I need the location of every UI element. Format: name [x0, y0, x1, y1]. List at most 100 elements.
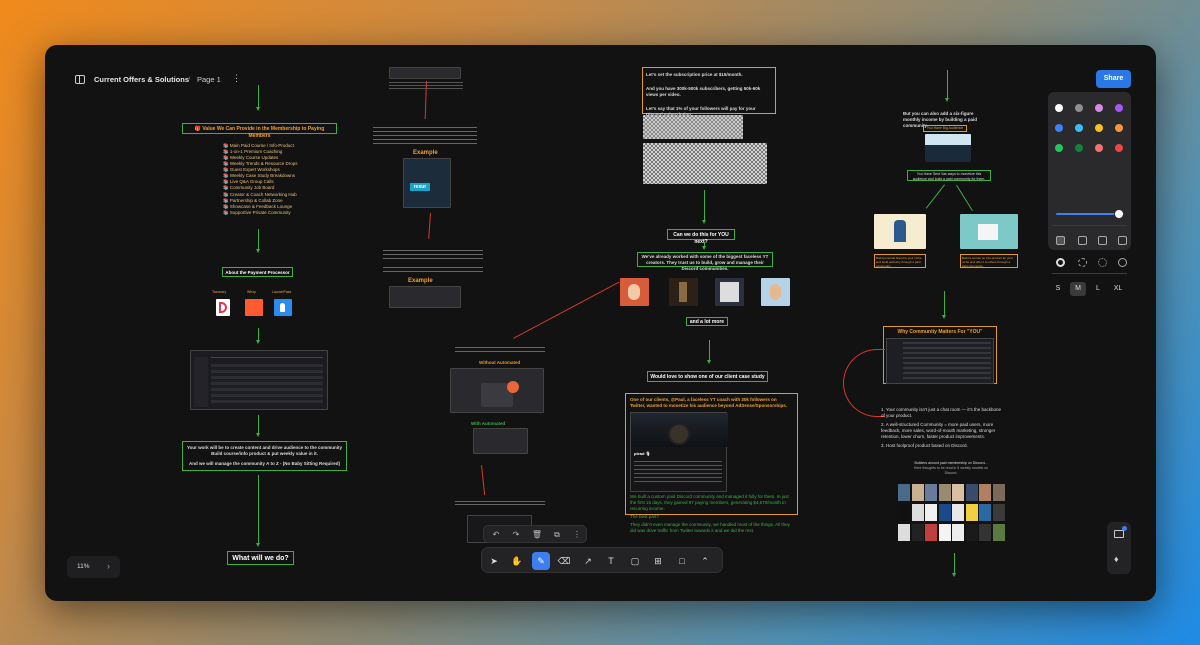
style-panel: S M L XL [1048, 92, 1131, 296]
color-swatch[interactable] [1115, 144, 1123, 152]
color-swatch[interactable] [1095, 124, 1103, 132]
color-swatch[interactable] [1075, 124, 1083, 132]
pricing-box[interactable]: Let's set the subscription price at $15/… [642, 67, 776, 117]
whiteboard-canvas[interactable]: 🎁 Value We Can Provide in the Membership… [45, 45, 1156, 601]
green-connector [925, 184, 945, 209]
color-swatch[interactable] [1055, 124, 1063, 132]
undo-icon[interactable]: ↶ [489, 528, 503, 542]
client-logo-tile [925, 484, 937, 501]
eraser-tool-icon[interactable]: ⌫ [555, 552, 573, 570]
with-label: With Automated [471, 421, 506, 426]
color-swatch[interactable] [1075, 144, 1083, 152]
client-logo-tile [979, 484, 991, 501]
course-left-text: Build personal brand to your niche and b… [874, 254, 926, 268]
zoom-level[interactable]: 11% [77, 563, 90, 570]
delete-icon[interactable]: 🗑 [530, 528, 544, 542]
course-image-left [874, 214, 926, 249]
connector-arrow [256, 85, 260, 111]
taxonary-logo [216, 299, 230, 316]
color-swatch[interactable] [1055, 144, 1063, 152]
why-point-1: 1. Your community isn't just a chat room… [881, 407, 1002, 419]
fill-semi-icon[interactable] [1078, 236, 1087, 245]
more-tools-icon[interactable]: ⌃ [696, 552, 714, 570]
blurred-image [643, 143, 767, 184]
blurred-image [643, 115, 743, 139]
stroke-dotted-icon[interactable] [1098, 258, 1107, 267]
color-swatch[interactable] [1095, 144, 1103, 152]
value-title-box[interactable]: 🎁 Value We Can Provide in the Membership… [182, 123, 337, 139]
case-intro: One of our clients, @Paul, a faceless YT… [630, 397, 788, 409]
red-connector [428, 212, 431, 239]
fill-pattern-icon[interactable] [1118, 236, 1127, 245]
with-screenshot [473, 428, 528, 454]
creator-photo-3 [715, 278, 744, 306]
processor-title-box[interactable]: About the Payment Processor [222, 267, 293, 277]
client-logo-tile [952, 504, 964, 521]
red-connector [513, 281, 620, 339]
why-title: Why Community Matters For "YOU" [897, 329, 983, 335]
work-box[interactable]: Your work will be to create content and … [182, 441, 347, 471]
help-icon[interactable]: ♦ [1114, 554, 1119, 564]
draw-tool-icon[interactable]: ✎ [532, 552, 550, 570]
selection-action-bar: ↶ ↷ 🗑 ⧉ ⋮ [483, 525, 587, 543]
redo-icon[interactable]: ↷ [509, 528, 523, 542]
client-logo-tile [925, 504, 937, 521]
color-swatch[interactable] [1095, 104, 1103, 112]
rectangle-tool-icon[interactable]: □ [673, 552, 691, 570]
client-logo-tile [938, 524, 951, 541]
connector-arrow [952, 553, 956, 577]
color-swatch[interactable] [1115, 124, 1123, 132]
stroke-draw-icon[interactable] [1056, 258, 1065, 267]
case-study-box[interactable]: One of our clients, @Paul, a faceless YT… [625, 393, 798, 533]
fill-solid-icon[interactable] [1098, 236, 1107, 245]
color-swatch[interactable] [1055, 104, 1063, 112]
size-m-button[interactable]: M [1070, 282, 1086, 296]
monetize-box[interactable]: You Have Sent Vas ways to monetize this … [907, 170, 991, 181]
worked-with-text: We've already worked with some of the bi… [641, 254, 769, 272]
size-xl-button[interactable]: XL [1110, 282, 1126, 296]
fill-none-icon[interactable] [1056, 236, 1065, 245]
processor-label-2: Whop [247, 290, 257, 294]
book-icon[interactable] [1114, 530, 1124, 538]
hand-tool-icon[interactable]: ✋ [508, 552, 526, 570]
image-tool-icon[interactable]: ⊞ [649, 552, 667, 570]
stroke-solid-icon[interactable] [1118, 258, 1127, 267]
text-snippet [383, 250, 483, 262]
why-box[interactable]: Why Community Matters For "YOU" [883, 326, 997, 384]
top-screenshot [389, 67, 461, 79]
arrow-tool-icon[interactable]: ↗ [579, 552, 597, 570]
connector-arrow [702, 242, 706, 250]
can-we-box[interactable]: Can we do this for YOU next? [667, 229, 735, 245]
opacity-slider-track[interactable] [1056, 213, 1120, 215]
tweet-screenshot: plead 🎙 [630, 412, 728, 493]
case-study-title: Would love to show one of our client cas… [650, 374, 765, 380]
red-loop-connector [843, 349, 885, 417]
creator-photo-2 [669, 278, 698, 306]
pricing-line-1: Let's set the subscription price at $15/… [646, 72, 743, 77]
zoom-next-icon[interactable]: › [107, 561, 110, 571]
client-logo-tile [965, 484, 978, 501]
size-l-button[interactable]: L [1090, 282, 1106, 296]
select-tool-icon[interactable]: ➤ [485, 552, 503, 570]
size-s-button[interactable]: S [1050, 282, 1066, 296]
client-logo-tile [925, 524, 937, 541]
processor-title: About the Payment Processor [225, 270, 290, 275]
client-logo-tile [979, 504, 991, 521]
client-logo-tile [938, 504, 951, 521]
zoom-control[interactable]: 11% › [67, 556, 120, 578]
why-point-2: 2. A well-structured Community = more pa… [881, 422, 996, 440]
color-swatch[interactable] [1075, 104, 1083, 112]
client-logo-grid [898, 484, 1006, 542]
worked-with-box[interactable]: We've already worked with some of the bi… [637, 252, 773, 271]
text-tool-icon[interactable]: T [602, 552, 620, 570]
note-tool-icon[interactable]: ▢ [626, 552, 644, 570]
what-title-box[interactable]: What will we do? [227, 551, 294, 565]
duplicate-icon[interactable]: ⧉ [550, 528, 564, 542]
stroke-dashed-icon[interactable] [1078, 258, 1087, 267]
more-actions-icon[interactable]: ⋮ [570, 528, 584, 542]
color-swatch[interactable] [1115, 104, 1123, 112]
more-box[interactable]: and a lot more [686, 317, 728, 326]
opacity-slider-thumb[interactable] [1114, 209, 1124, 219]
built-title: Builders around paid membership on Disco… [914, 461, 988, 465]
case-study-title-box[interactable]: Would love to show one of our client cas… [647, 371, 768, 382]
